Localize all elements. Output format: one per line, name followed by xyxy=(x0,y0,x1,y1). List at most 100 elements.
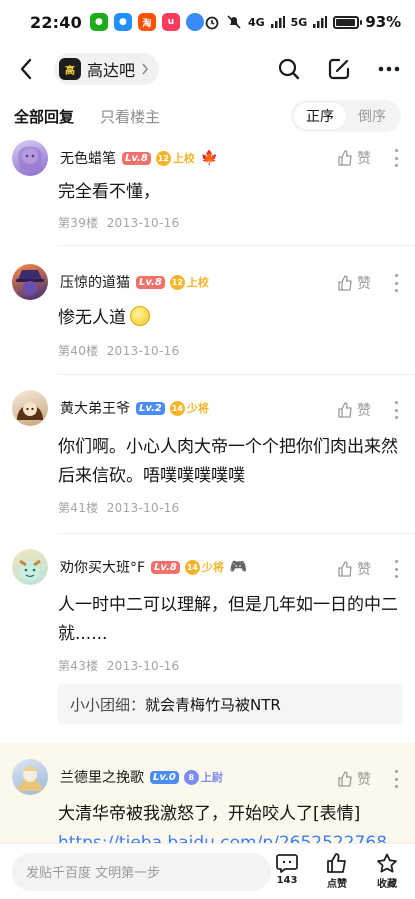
chevron-right-icon xyxy=(142,63,148,75)
taobao-icon: 淘 xyxy=(137,13,156,31)
title-label: 少将 xyxy=(186,402,209,415)
search-icon[interactable] xyxy=(275,55,303,83)
like-button[interactable]: 赞 xyxy=(337,769,371,789)
battery-percent: 93% xyxy=(365,13,402,31)
favorite-button[interactable]: 收藏 xyxy=(371,853,403,890)
nav-bar: 高 高达吧 xyxy=(0,44,415,94)
post-more-icon[interactable] xyxy=(393,149,399,167)
reply-post: 压惊的道猫 Lv.8 12 上校 赞 惨无人道 第40楼 2013-10-16 xyxy=(0,246,415,375)
level-badge: Lv.2 xyxy=(136,401,165,415)
sort-toggle: 正序 倒序 xyxy=(291,100,401,132)
post-date: 2013-10-16 xyxy=(106,659,180,673)
post-more-icon[interactable] xyxy=(393,274,399,292)
level-badge: Lv.0 xyxy=(150,770,179,784)
like-button[interactable]: 赞 xyxy=(337,273,371,293)
avatar[interactable] xyxy=(12,759,48,795)
like-label: 赞 xyxy=(357,772,371,788)
avatar[interactable] xyxy=(12,390,48,426)
level-badge: Lv.8 xyxy=(151,560,180,574)
post-more-icon[interactable] xyxy=(393,560,399,578)
reply-feed[interactable]: 无色蜡笔 Lv.8 12 上校 🍁 赞 完全看不懂， 第39楼 2013-10-1… xyxy=(0,138,415,843)
star-icon xyxy=(377,853,397,873)
signal-icon-2 xyxy=(313,16,328,28)
reply-post: 劝你买大班°F Lv.8 14 少将 🎮 赞 人一时中二可以理解，但是几年如一日的… xyxy=(0,534,415,743)
level-badge: Lv.8 xyxy=(122,151,151,165)
post-meta: 第43楼 2013-10-16 xyxy=(58,657,179,674)
post-content: 大清华帝被我激怒了，开始咬人了[表情] xyxy=(58,804,361,824)
like-label: 赞 xyxy=(357,151,371,167)
avatar[interactable] xyxy=(12,140,48,176)
title-number: 12 xyxy=(169,274,185,290)
thumbs-up-icon xyxy=(338,771,352,787)
post-content: 人一时中二可以理解，但是几年如一日的中二就...... xyxy=(58,595,398,644)
network-type-1: 4G xyxy=(247,15,265,29)
reply-tabs: 全部回复 只看楼主 正序 倒序 xyxy=(0,94,415,138)
title-label: 上尉 xyxy=(200,771,223,784)
like-post-label: 点赞 xyxy=(327,879,347,890)
post-date: 2013-10-16 xyxy=(106,216,180,230)
post-content: 你们啊。小心人肉大帝一个个把你们肉出来然后来信砍。唔噗噗噗噗噗 xyxy=(58,437,398,486)
status-time: 22:40 xyxy=(30,12,82,32)
title-badge: 12 上校 xyxy=(155,150,195,166)
level-badge: Lv.8 xyxy=(136,275,165,289)
like-label: 赞 xyxy=(357,403,371,419)
title-badge: 12 上校 xyxy=(169,274,209,290)
floor-number: 第43楼 xyxy=(58,659,99,673)
sub-reply-text: 就会青梅竹马被NTR xyxy=(145,695,281,714)
status-bar: 22:40 ● ● 淘 u 4G 5G 93% xyxy=(0,0,415,44)
network-type-2: 5G xyxy=(290,15,308,29)
title-number: 8 xyxy=(183,769,199,785)
like-button[interactable]: 赞 xyxy=(337,400,371,420)
avatar[interactable] xyxy=(12,549,48,585)
signal-icon-1 xyxy=(270,16,285,28)
like-button[interactable]: 赞 xyxy=(337,559,371,579)
bottom-bar: 发贴千百度 文明第一步 143 点赞 收藏 xyxy=(0,843,415,899)
post-more-icon[interactable] xyxy=(393,770,399,788)
compose-input[interactable]: 发贴千百度 文明第一步 xyxy=(12,852,271,891)
post-date: 2013-10-16 xyxy=(106,501,180,515)
username[interactable]: 无色蜡笔 xyxy=(60,148,116,168)
status-indicators: 4G 5G 93% xyxy=(204,13,401,31)
reply-post: 黄大弟王爷 Lv.2 14 少将 赞 你们啊。小心人肉大帝一个个把你们肉出来然后来… xyxy=(0,375,415,534)
username[interactable]: 压惊的道猫 xyxy=(60,272,130,292)
sort-asc-button[interactable]: 正序 xyxy=(294,103,346,129)
like-post-button[interactable]: 点赞 xyxy=(321,853,353,890)
title-label: 上校 xyxy=(172,152,195,165)
title-number: 12 xyxy=(155,150,171,166)
qq-icon: ● xyxy=(113,13,132,31)
comment-button[interactable]: 143 xyxy=(271,853,303,890)
smile-emoji-icon xyxy=(130,306,150,326)
alarm-icon xyxy=(205,16,219,30)
username[interactable]: 兰德里之挽歌 xyxy=(60,767,144,787)
title-number: 14 xyxy=(169,400,185,416)
post-meta: 第41楼 2013-10-16 xyxy=(58,499,179,516)
sub-reply-author[interactable]: 小小团细： xyxy=(70,694,145,715)
wechat-icon: ● xyxy=(89,13,108,31)
title-badge: 14 少将 xyxy=(169,400,209,416)
thumbs-up-icon xyxy=(338,275,352,291)
floor-number: 第41楼 xyxy=(58,501,99,515)
like-label: 赞 xyxy=(357,562,371,578)
comment-icon xyxy=(276,854,298,873)
floor-number: 第39楼 xyxy=(58,216,99,230)
reply-post: 兰德里之挽歌 Lv.0 8 上尉 赞 大清华帝被我激怒了，开始咬人了[表情] ht… xyxy=(0,743,415,843)
post-date: 2013-10-16 xyxy=(106,344,180,358)
tab-op-only[interactable]: 只看楼主 xyxy=(100,106,160,127)
forum-chip[interactable]: 高 高达吧 xyxy=(54,53,160,85)
avatar[interactable] xyxy=(12,264,48,300)
gamepad-icon: 🎮 xyxy=(229,559,248,575)
thumbs-up-icon xyxy=(338,402,352,418)
edit-icon[interactable] xyxy=(325,55,353,83)
post-link[interactable]: https://tieba.baidu.com/p/2652522768 xyxy=(58,829,403,843)
sort-desc-button[interactable]: 倒序 xyxy=(346,103,398,129)
more-icon[interactable] xyxy=(375,55,403,83)
post-more-icon[interactable] xyxy=(393,401,399,419)
sub-reply[interactable]: 小小团细： 就会青梅竹马被NTR xyxy=(58,684,403,724)
username[interactable]: 黄大弟王爷 xyxy=(60,398,130,418)
username[interactable]: 劝你买大班°F xyxy=(60,557,145,577)
back-arrow-icon[interactable] xyxy=(12,55,40,83)
like-label: 赞 xyxy=(357,276,371,292)
like-button[interactable]: 赞 xyxy=(337,148,371,168)
tab-all-replies[interactable]: 全部回复 xyxy=(14,106,74,127)
title-number: 14 xyxy=(184,559,200,575)
